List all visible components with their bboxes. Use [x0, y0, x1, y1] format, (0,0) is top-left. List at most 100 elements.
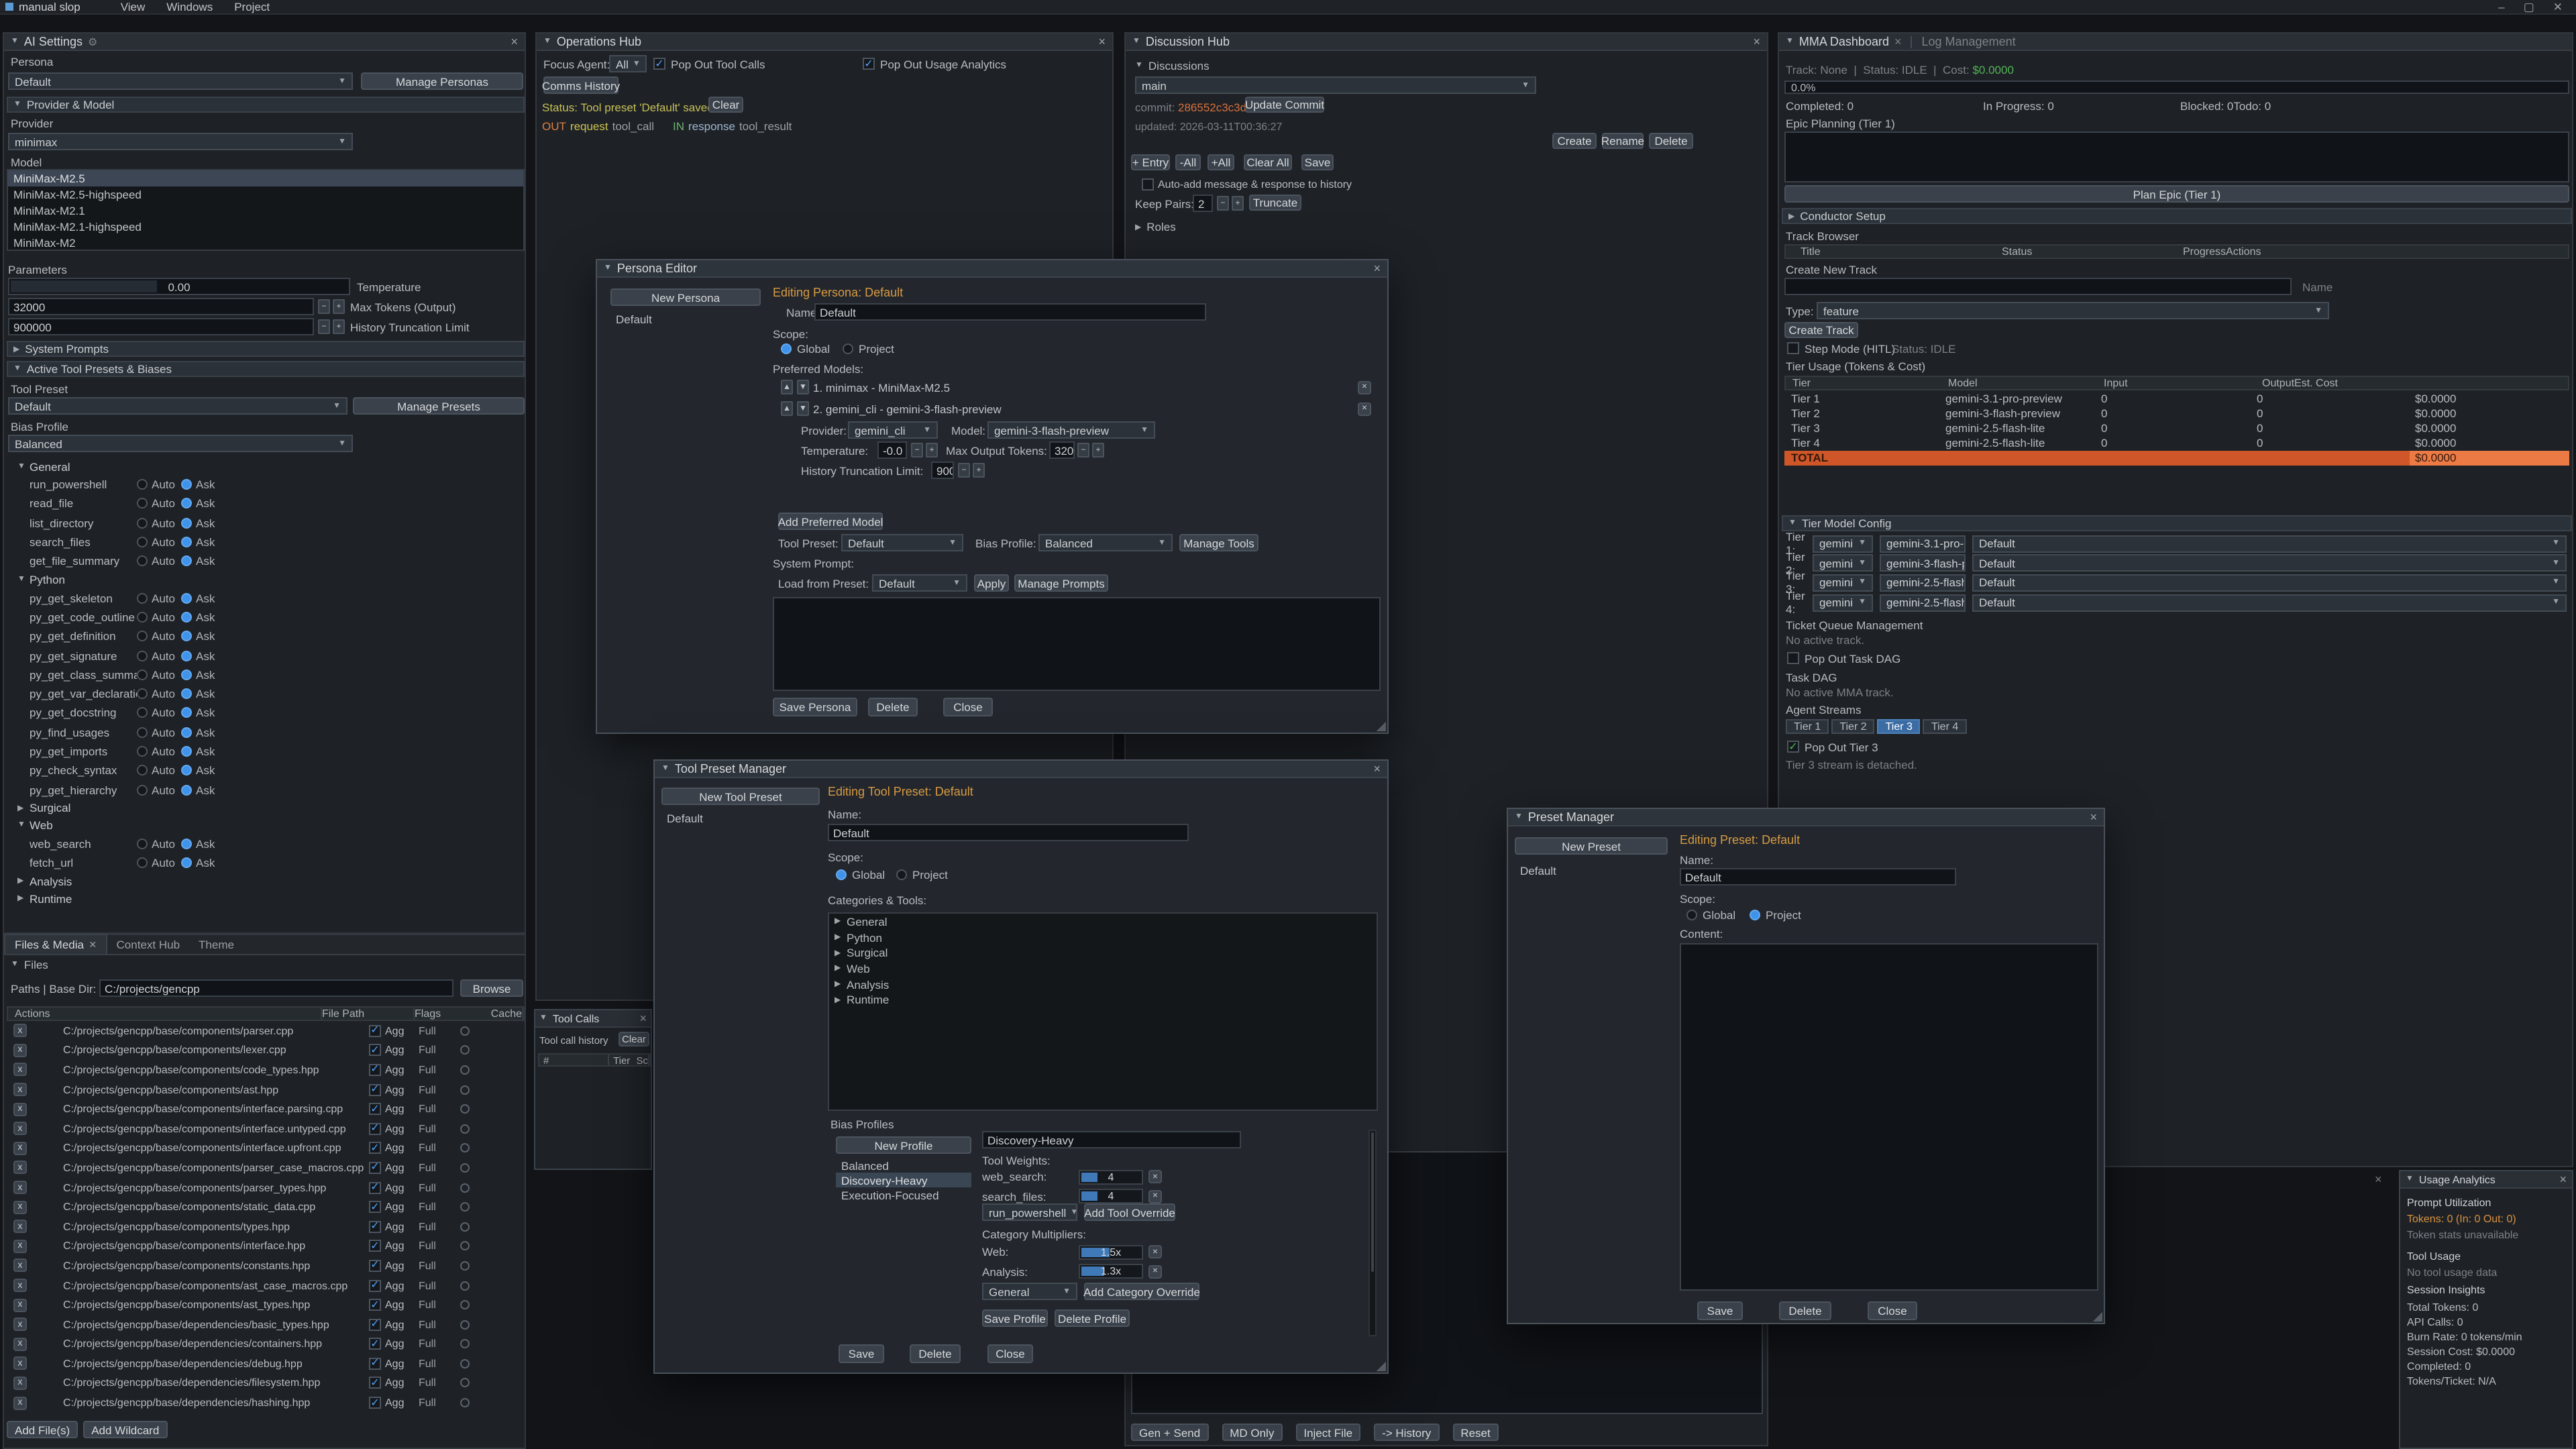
auto-radio[interactable] — [137, 612, 148, 623]
cache-indicator[interactable] — [460, 1046, 470, 1055]
persona-select[interactable]: Default▼ — [8, 72, 353, 90]
multiplier-slider[interactable]: 1.5x — [1079, 1244, 1143, 1259]
cache-indicator[interactable] — [460, 1398, 470, 1407]
delete-discussion-button[interactable]: Delete — [1649, 133, 1693, 149]
tier-model-select[interactable]: gemini-3.1-pro-p▼ — [1880, 535, 1966, 552]
full-label[interactable]: Full — [419, 1181, 436, 1193]
tier-provider-select[interactable]: gemini▼ — [1813, 574, 1873, 592]
ask-radio[interactable] — [181, 669, 192, 680]
history-limit-decrement[interactable]: − — [318, 319, 330, 334]
ask-radio[interactable] — [181, 839, 192, 849]
model-option[interactable]: MiniMax-M2.1 — [8, 203, 523, 219]
ask-radio[interactable] — [181, 479, 192, 490]
max-tokens-increment[interactable]: + — [333, 299, 345, 314]
agg-checkbox[interactable] — [369, 1044, 381, 1057]
prompt-action-button[interactable]: -> History — [1374, 1424, 1439, 1441]
clear-all-button[interactable]: Clear All — [1244, 154, 1292, 170]
agg-checkbox[interactable] — [369, 1201, 381, 1213]
cache-indicator[interactable] — [460, 1183, 470, 1192]
full-label[interactable]: Full — [419, 1044, 436, 1057]
history-limit-increment[interactable]: + — [973, 463, 985, 478]
category-collapse-icon[interactable]: ▶ — [17, 894, 30, 904]
tool-calls-column[interactable]: Sc — [632, 1055, 649, 1065]
save-preset-button[interactable]: Save — [1697, 1301, 1743, 1320]
browse-button[interactable]: Browse — [460, 979, 523, 997]
tool-row[interactable]: run_powershell Auto Ask — [8, 475, 523, 494]
bias-profile-item[interactable]: Balanced — [836, 1158, 971, 1173]
files-column-header[interactable]: File Path — [322, 1008, 415, 1020]
new-profile-button[interactable]: New Profile — [836, 1136, 971, 1154]
agg-checkbox[interactable] — [369, 1377, 381, 1389]
prompt-action-button[interactable]: Reset — [1452, 1424, 1498, 1441]
remove-file-button[interactable]: x — [13, 1396, 27, 1409]
add-files-button[interactable]: Add File(s) — [7, 1421, 78, 1438]
auto-radio[interactable] — [137, 839, 148, 849]
ask-radio[interactable] — [181, 708, 192, 718]
auto-radio[interactable] — [137, 479, 148, 490]
scope-global-radio[interactable] — [836, 869, 847, 880]
stream-tab[interactable]: Tier 1 — [1786, 719, 1829, 734]
manage-tools-button[interactable]: Manage Tools — [1179, 534, 1258, 551]
tool-row[interactable]: py_get_hierarchy Auto Ask — [8, 780, 523, 800]
tool-preset-list-item[interactable]: Default — [661, 810, 820, 826]
tool-row[interactable]: py_get_signature Auto Ask — [8, 646, 523, 665]
auto-radio[interactable] — [137, 746, 148, 757]
category-override-select[interactable]: General▼ — [982, 1283, 1077, 1300]
remove-file-button[interactable]: x — [13, 1220, 27, 1233]
tab-files-media[interactable]: Files & Media× — [4, 934, 107, 954]
tool-row[interactable]: py_get_class_summary Auto Ask — [8, 665, 523, 684]
discussion-select[interactable]: main▼ — [1135, 76, 1536, 94]
tier-preset-select[interactable]: Default▼ — [1972, 574, 2567, 592]
close-icon[interactable]: × — [1753, 36, 1760, 48]
temperature-slider[interactable]: 0.00 — [8, 278, 350, 295]
tool-row[interactable]: py_get_code_outline Auto Ask — [8, 608, 523, 627]
persona-name-input[interactable]: Default — [814, 303, 1206, 321]
resize-grip[interactable] — [2092, 1311, 2102, 1322]
agg-checkbox[interactable] — [369, 1397, 381, 1409]
load-preset-select[interactable]: Default▼ — [872, 574, 967, 592]
agg-checkbox[interactable] — [369, 1123, 381, 1135]
profile-name-input[interactable]: Discovery-Heavy — [982, 1131, 1241, 1148]
collapse-icon[interactable]: ▼ — [1515, 813, 1523, 821]
remove-file-button[interactable]: x — [13, 1338, 27, 1351]
update-commit-button[interactable]: Update Commit — [1245, 97, 1324, 113]
truncate-button[interactable]: Truncate — [1249, 195, 1301, 211]
expand-icon[interactable]: ▶ — [835, 917, 847, 926]
max-output-decrement[interactable]: − — [1077, 443, 1089, 458]
files-column-header[interactable]: Actions — [15, 1008, 322, 1020]
temperature-increment[interactable]: + — [926, 443, 938, 458]
tool-row[interactable]: py_get_var_declaration Auto Ask — [8, 684, 523, 704]
weight-slider[interactable]: 4 — [1079, 1189, 1143, 1203]
keep-pairs-decrement[interactable]: − — [1217, 196, 1229, 211]
files-column-header[interactable]: Flags — [415, 1008, 491, 1020]
remove-file-button[interactable]: x — [13, 1279, 27, 1292]
tool-row[interactable]: ▼ General Auto Ask — [8, 458, 523, 475]
keep-pairs-increment[interactable]: + — [1232, 196, 1244, 211]
full-label[interactable]: Full — [419, 1220, 436, 1232]
tier-provider-select[interactable]: gemini▼ — [1813, 535, 1873, 552]
menu-item[interactable]: Windows — [156, 0, 223, 13]
tool-row[interactable]: search_files Auto Ask — [8, 533, 523, 552]
add-category-override-button[interactable]: Add Category Override — [1084, 1283, 1199, 1300]
tier-preset-select[interactable]: Default▼ — [1972, 535, 2567, 552]
expand-icon[interactable]: ▶ — [835, 932, 847, 942]
active-presets-section[interactable]: ▼Active Tool Presets & Biases — [7, 361, 525, 377]
tier-preset-select[interactable]: Default▼ — [1972, 554, 2567, 572]
stream-tab[interactable]: Tier 4 — [1923, 719, 1966, 734]
full-label[interactable]: Full — [419, 1064, 436, 1076]
remove-file-button[interactable]: x — [13, 1318, 27, 1331]
close-dialog-button[interactable]: Close — [987, 1344, 1033, 1363]
category-node[interactable]: ▶ Python — [829, 929, 1377, 945]
system-prompts-section[interactable]: ▶System Prompts — [7, 341, 525, 357]
preset-manager-header[interactable]: ▼ Preset Manager × — [1508, 809, 2104, 826]
cache-indicator[interactable] — [460, 1065, 470, 1075]
expand-icon[interactable]: ▶ — [835, 964, 847, 973]
create-track-button[interactable]: Create Track — [1784, 322, 1858, 338]
agg-checkbox[interactable] — [369, 1025, 381, 1037]
cache-indicator[interactable] — [460, 1320, 470, 1329]
temperature-decrement[interactable]: − — [911, 443, 923, 458]
remove-file-button[interactable]: x — [13, 1181, 27, 1194]
expand-icon[interactable]: ▶ — [835, 979, 847, 989]
category-node[interactable]: ▶ Surgical — [829, 945, 1377, 961]
scope-global-radio[interactable] — [781, 343, 792, 354]
